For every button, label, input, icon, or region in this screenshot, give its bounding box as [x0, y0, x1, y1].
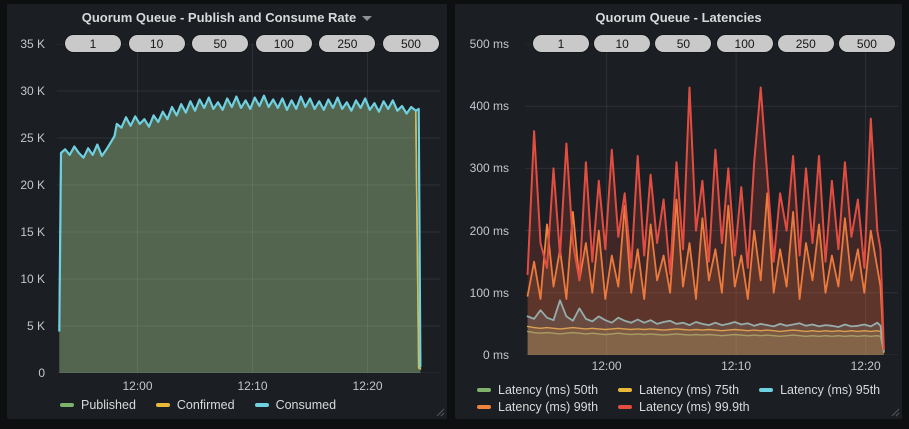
x-tick-label: 12:10: [721, 359, 751, 373]
panel-title-text: Quorum Queue - Publish and Consume Rate: [82, 10, 356, 25]
panel-menu-caret-icon[interactable]: [362, 16, 372, 21]
legend-swatch: [156, 403, 170, 407]
y-tick-label: 5 K: [27, 319, 45, 333]
legend: Published Confirmed Consumed: [60, 395, 336, 412]
pill-10[interactable]: 10: [594, 35, 650, 52]
y-axis: 35 K30 K25 K20 K15 K10 K5 K0: [7, 44, 51, 373]
legend-label: Consumed: [276, 398, 336, 412]
panel-resize-handle[interactable]: [891, 408, 900, 417]
y-tick-label: 0: [38, 366, 45, 380]
y-tick-label: 300 ms: [470, 161, 509, 175]
x-tick-label: 12:00: [122, 379, 152, 393]
pill-1[interactable]: 1: [65, 35, 121, 52]
x-axis: 12:00 12:10 12:20: [57, 379, 440, 395]
legend-swatch: [618, 405, 632, 409]
pill-row: 1 10 50 100 250 500: [65, 35, 439, 52]
legend-item[interactable]: Consumed: [255, 398, 336, 412]
legend-swatch: [255, 403, 269, 407]
pill-50[interactable]: 50: [192, 35, 248, 52]
legend-item[interactable]: Published: [60, 398, 136, 412]
legend-label: Latency (ms) 99th: [498, 400, 598, 414]
y-tick-label: 35 K: [20, 37, 45, 51]
legend-swatch: [60, 403, 74, 407]
legend-item[interactable]: Latency (ms) 99.9th: [618, 400, 749, 414]
legend-label: Latency (ms) 95th: [780, 383, 880, 397]
legend-swatch: [477, 388, 491, 392]
y-tick-label: 500 ms: [470, 37, 509, 51]
y-tick-label: 30 K: [20, 84, 45, 98]
x-tick-label: 12:20: [353, 379, 383, 393]
panel-resize-handle[interactable]: [436, 408, 445, 417]
legend-label: Latency (ms) 99.9th: [639, 400, 749, 414]
legend: Latency (ms) 50th Latency (ms) 75th Latenc…: [477, 380, 880, 414]
y-tick-label: 200 ms: [470, 224, 509, 238]
y-tick-label: 25 K: [20, 131, 45, 145]
legend-swatch: [759, 388, 773, 392]
pill-250[interactable]: 250: [778, 35, 834, 52]
legend-item[interactable]: Latency (ms) 95th: [759, 383, 880, 397]
pill-10[interactable]: 10: [129, 35, 185, 52]
legend-swatch: [477, 405, 491, 409]
y-tick-label: 0 ms: [483, 348, 509, 362]
latency-chart[interactable]: [525, 44, 898, 355]
x-tick-label: 12:20: [851, 359, 881, 373]
pill-50[interactable]: 50: [655, 35, 711, 52]
legend-label: Latency (ms) 75th: [639, 383, 739, 397]
panel-title-publish-consume[interactable]: Quorum Queue - Publish and Consume Rate: [7, 4, 447, 30]
rate-chart[interactable]: [57, 44, 440, 373]
pill-500[interactable]: 500: [839, 35, 895, 52]
legend-item[interactable]: Latency (ms) 99th: [477, 400, 598, 414]
pill-100[interactable]: 100: [256, 35, 312, 52]
legend-item[interactable]: Latency (ms) 50th: [477, 383, 598, 397]
x-tick-label: 12:10: [238, 379, 268, 393]
y-tick-label: 100 ms: [470, 286, 509, 300]
pill-250[interactable]: 250: [319, 35, 375, 52]
legend-item[interactable]: Confirmed: [156, 398, 235, 412]
legend-swatch: [618, 388, 632, 392]
plot-area[interactable]: [525, 44, 898, 355]
pill-500[interactable]: 500: [383, 35, 439, 52]
pill-1[interactable]: 1: [533, 35, 589, 52]
y-axis: 500 ms400 ms300 ms200 ms100 ms0 ms: [455, 44, 515, 355]
x-axis: 12:00 12:10 12:20: [525, 359, 898, 375]
pill-row: 1 10 50 100 250 500: [533, 35, 895, 52]
legend-item[interactable]: Latency (ms) 75th: [618, 383, 739, 397]
legend-label: Latency (ms) 50th: [498, 383, 598, 397]
grafana-dashboard: Quorum Queue - Publish and Consume Rate …: [0, 0, 909, 429]
panel-title-text: Quorum Queue - Latencies: [595, 10, 761, 25]
y-tick-label: 10 K: [20, 272, 45, 286]
pill-100[interactable]: 100: [717, 35, 773, 52]
panel-title-latencies[interactable]: Quorum Queue - Latencies: [455, 4, 902, 30]
panel-latencies: Quorum Queue - Latencies 500 ms400 ms300…: [455, 4, 902, 419]
legend-label: Published: [81, 398, 136, 412]
panel-publish-consume-rate: Quorum Queue - Publish and Consume Rate …: [7, 4, 447, 419]
y-tick-label: 20 K: [20, 178, 45, 192]
plot-area[interactable]: [57, 44, 440, 373]
y-tick-label: 400 ms: [470, 99, 509, 113]
y-tick-label: 15 K: [20, 225, 45, 239]
legend-label: Confirmed: [177, 398, 235, 412]
x-tick-label: 12:00: [592, 359, 622, 373]
